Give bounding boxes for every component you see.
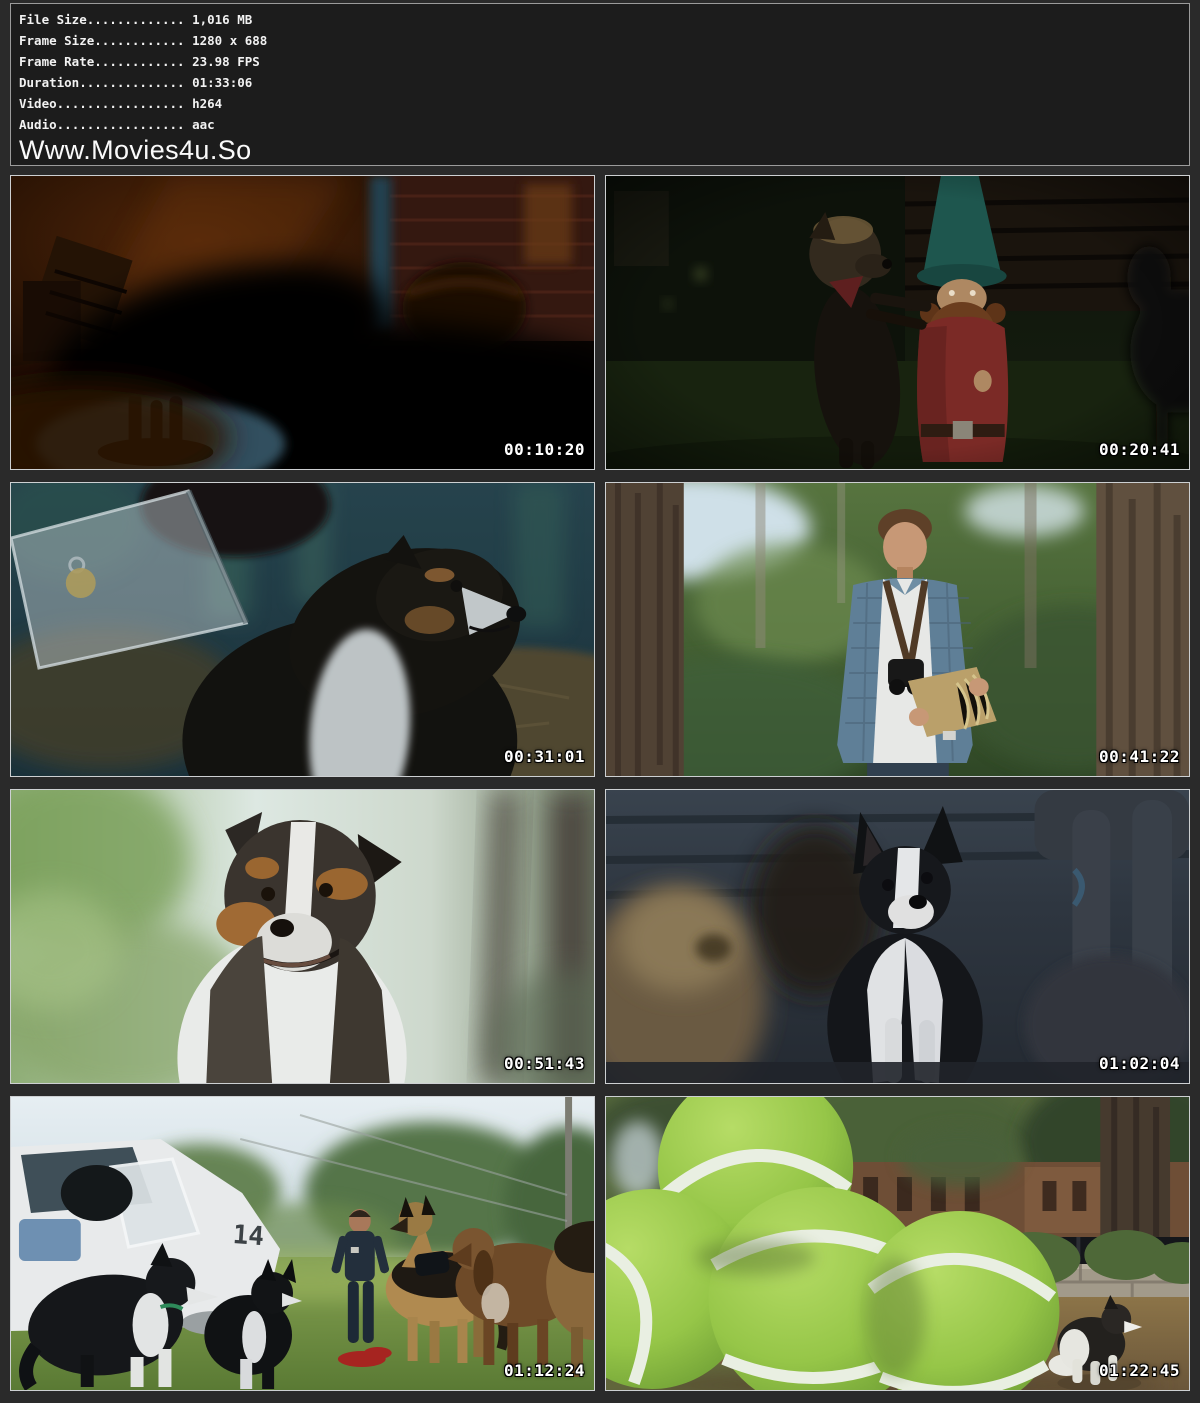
- info-row-video: Video.................h264: [19, 93, 1181, 114]
- info-label: Audio: [19, 117, 57, 132]
- info-label: File Size: [19, 12, 87, 27]
- info-label: Frame Size: [19, 33, 94, 48]
- timestamp-overlay: 01:22:45: [1099, 1361, 1180, 1380]
- screenshot-thumb-1: 00:10:20: [10, 175, 595, 470]
- info-label: Video: [19, 96, 57, 111]
- timestamp-overlay: 01:02:04: [1099, 1054, 1180, 1073]
- pine-trunk-left: [606, 483, 684, 776]
- info-row-audio: Audio.................aac: [19, 114, 1181, 135]
- timestamp-overlay: 00:20:41: [1099, 440, 1180, 459]
- info-value: 23.98 FPS: [185, 54, 260, 69]
- dot-leader: ............: [94, 33, 184, 48]
- pine-trunk-right: [1096, 483, 1189, 776]
- info-row-frame-rate: Frame Rate............23.98 FPS: [19, 51, 1181, 72]
- site-watermark: Www.Movies4u.So: [19, 136, 1181, 164]
- screenshot-thumb-2: 00:20:41: [605, 175, 1190, 470]
- info-label: Duration: [19, 75, 79, 90]
- scene-k9-van-illustration: 14: [11, 1097, 594, 1390]
- screenshot-thumb-5: 00:51:43: [10, 789, 595, 1084]
- screenshot-thumb-4: 00:41:22: [605, 482, 1190, 777]
- dot-leader: .............: [87, 12, 185, 27]
- timestamp-overlay: 01:12:24: [504, 1361, 585, 1380]
- info-value: aac: [185, 117, 215, 132]
- dot-leader: ..............: [79, 75, 184, 90]
- info-value: 1,016 MB: [185, 12, 253, 27]
- dot-leader: .................: [57, 96, 185, 111]
- timestamp-overlay: 00:41:22: [1099, 747, 1180, 766]
- dot-leader: ............: [94, 54, 184, 69]
- media-info-panel: File Size.............1,016 MB Frame Siz…: [10, 3, 1190, 166]
- screenshot-thumb-7: 14: [10, 1096, 595, 1391]
- timestamp-overlay: 00:31:01: [504, 747, 585, 766]
- screenshot-thumb-6: 01:02:04: [605, 789, 1190, 1084]
- info-row-frame-size: Frame Size............1280 x 688: [19, 30, 1181, 51]
- dot-leader: .................: [57, 117, 185, 132]
- timestamp-overlay: 00:10:20: [504, 440, 585, 459]
- scene-dark-alley-illustration: [11, 176, 594, 469]
- screenshot-thumb-3: 00:31:01: [10, 482, 595, 777]
- van-number: 14: [232, 1220, 265, 1252]
- screenshot-thumb-8: 01:22:45: [605, 1096, 1190, 1391]
- info-value: 1280 x 688: [185, 33, 268, 48]
- info-value: 01:33:06: [185, 75, 253, 90]
- info-row-file-size: File Size.............1,016 MB: [19, 9, 1181, 30]
- scene-gnome-illustration: [606, 176, 1189, 469]
- scene-tennis-balls-illustration: [606, 1097, 1189, 1390]
- scene-boston-terrier-illustration: [606, 790, 1189, 1083]
- info-label: Frame Rate: [19, 54, 94, 69]
- scene-cone-dog-illustration: [11, 483, 594, 776]
- info-value: h264: [185, 96, 223, 111]
- timestamp-overlay: 00:51:43: [504, 1054, 585, 1073]
- scene-smiling-dog-illustration: [11, 790, 594, 1083]
- scene-birdwatcher-illustration: [606, 483, 1189, 776]
- screenshot-grid: 00:10:20: [10, 175, 1190, 1391]
- info-row-duration: Duration..............01:33:06: [19, 72, 1181, 93]
